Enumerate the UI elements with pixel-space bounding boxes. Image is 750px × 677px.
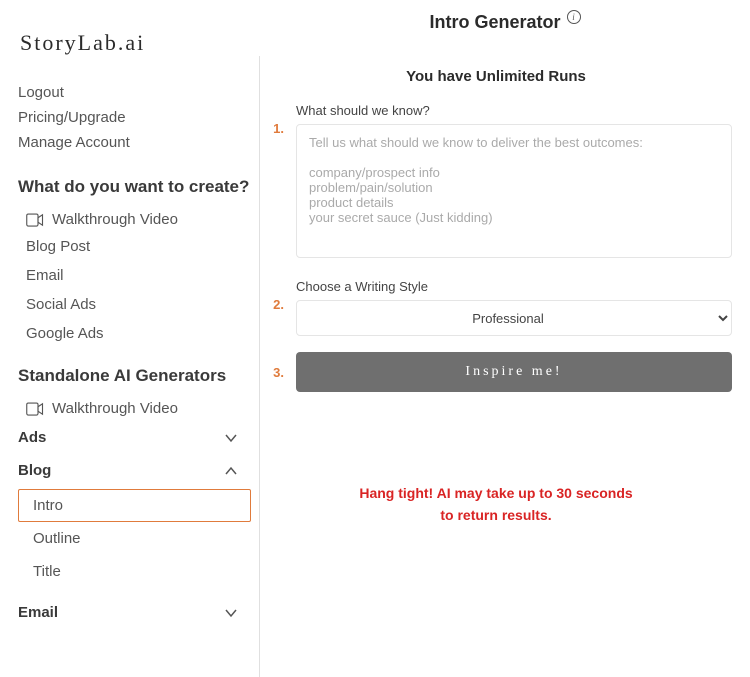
category-email[interactable]: Email (18, 596, 251, 629)
walkthrough-label: Walkthrough Video (52, 400, 178, 417)
context-textarea[interactable] (296, 124, 732, 258)
wait-message: Hang tight! AI may take up to 30 seconds… (260, 482, 732, 527)
category-blog[interactable]: Blog (18, 454, 251, 487)
q1-label: What should we know? (296, 103, 732, 118)
section-create-title: What do you want to create? (18, 177, 251, 197)
wait-line-2: to return results. (260, 504, 732, 526)
create-google-ads[interactable]: Google Ads (18, 319, 251, 348)
chevron-up-icon (223, 463, 239, 479)
video-icon (26, 402, 44, 416)
walkthrough-video-2[interactable]: Walkthrough Video (18, 396, 251, 421)
walkthrough-label: Walkthrough Video (52, 211, 178, 228)
sidebar: Logout Pricing/Upgrade Manage Account Wh… (0, 56, 260, 677)
create-blog-post[interactable]: Blog Post (18, 232, 251, 261)
video-icon (26, 213, 44, 227)
chevron-down-icon (223, 430, 239, 446)
info-icon[interactable]: i (567, 10, 581, 24)
category-blog-label: Blog (18, 462, 51, 479)
logout-link[interactable]: Logout (18, 80, 251, 105)
step-1-number: 1. (260, 103, 284, 136)
category-email-label: Email (18, 604, 58, 621)
step-3-number: 3. (260, 365, 284, 380)
inspire-button[interactable]: Inspire me! (296, 352, 732, 392)
category-ads[interactable]: Ads (18, 421, 251, 454)
walkthrough-video-1[interactable]: Walkthrough Video (18, 207, 251, 232)
writing-style-select[interactable]: Professional (296, 300, 732, 336)
runs-text: You have Unlimited Runs (260, 68, 732, 85)
main-content: You have Unlimited Runs 1. What should w… (260, 56, 750, 677)
q2-label: Choose a Writing Style (296, 279, 732, 294)
blog-outline[interactable]: Outline (18, 522, 251, 555)
chevron-down-icon (223, 605, 239, 621)
pricing-link[interactable]: Pricing/Upgrade (18, 105, 251, 130)
manage-account-link[interactable]: Manage Account (18, 130, 251, 155)
wait-line-1: Hang tight! AI may take up to 30 seconds (260, 482, 732, 504)
blog-title[interactable]: Title (18, 555, 251, 588)
step-2-number: 2. (260, 279, 284, 312)
category-ads-label: Ads (18, 429, 46, 446)
page-title: Intro Generator (429, 12, 560, 33)
create-social-ads[interactable]: Social Ads (18, 290, 251, 319)
create-email[interactable]: Email (18, 261, 251, 290)
logo: StoryLab.ai (0, 0, 260, 56)
blog-intro[interactable]: Intro (18, 489, 251, 522)
section-standalone-title: Standalone AI Generators (18, 366, 251, 386)
